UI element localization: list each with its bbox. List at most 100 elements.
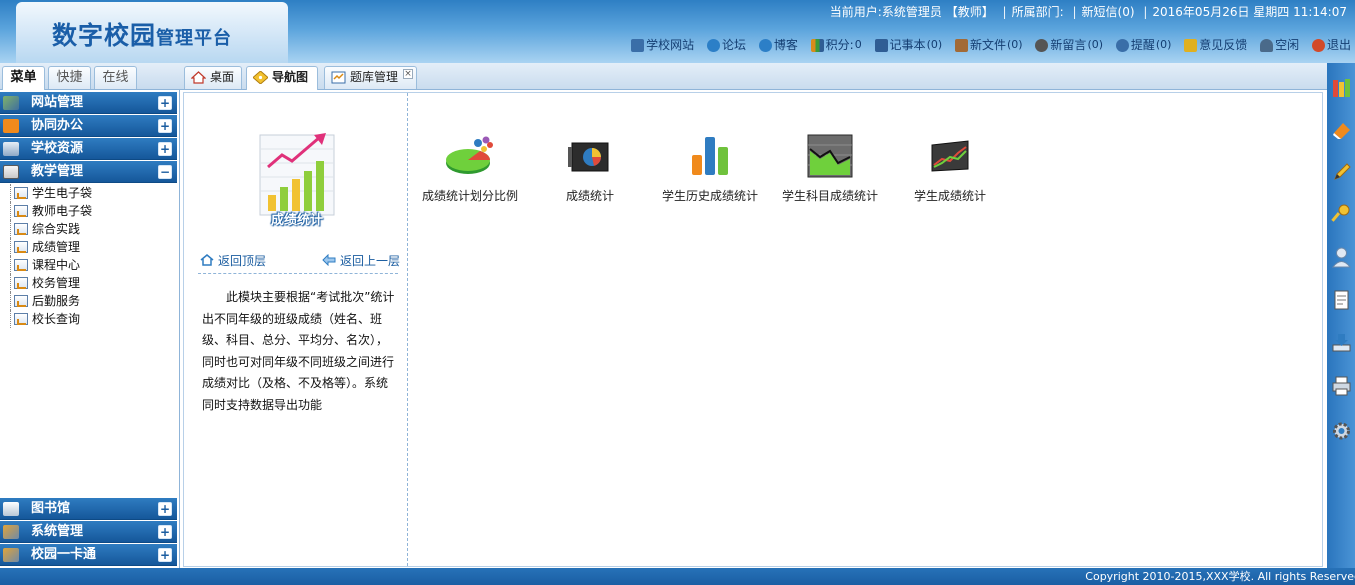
right-quick-bar — [1327, 63, 1355, 568]
expand-icon[interactable]: + — [158, 525, 172, 539]
toolbar-forum[interactable]: 论坛 — [706, 37, 746, 53]
area-chart-icon — [807, 134, 853, 178]
toolbar-new-message[interactable]: 新留言 (0) — [1035, 37, 1103, 53]
arrow-left-icon — [322, 254, 336, 266]
key-icon[interactable] — [1331, 203, 1352, 225]
tab-shortcut[interactable]: 快捷 — [48, 66, 91, 89]
user-icon[interactable] — [1331, 246, 1352, 268]
folder-link-icon — [14, 277, 28, 289]
eraser-icon[interactable] — [1331, 119, 1352, 141]
folder-link-icon — [14, 241, 28, 253]
category-website-admin[interactable]: 网站管理 + — [0, 92, 177, 114]
feedback-icon — [1184, 38, 1198, 52]
toolbar-logout[interactable]: 退出 — [1311, 37, 1351, 53]
gear-icon[interactable] — [1331, 420, 1352, 442]
logo-main: 数字校园 — [52, 21, 157, 50]
expand-icon[interactable]: + — [158, 548, 172, 562]
tree-item[interactable]: 学生电子袋 — [0, 184, 177, 202]
tab-question-bank[interactable]: 题库管理 × — [324, 66, 417, 89]
module-score-ratio[interactable]: 成绩统计划分比例 — [410, 133, 530, 204]
pencil-icon[interactable] — [1331, 161, 1352, 183]
datetime: 2016年05月26日 星期四 11:14:07 — [1152, 5, 1347, 19]
footer: Copyright 2010-2015,XXX学校. All rights Re… — [0, 568, 1355, 585]
tree-item[interactable]: 校长查询 — [0, 310, 177, 328]
toolbar-new-file[interactable]: 新文件 (0) — [954, 37, 1023, 53]
module-score-stats[interactable]: 成绩统计 — [530, 133, 650, 204]
toolbar-points[interactable]: 积分: 0 — [810, 37, 862, 53]
current-user-label: 当前用户: — [829, 5, 882, 19]
website-admin-icon — [3, 96, 19, 110]
expand-icon[interactable]: + — [158, 142, 172, 156]
line-chart-icon — [931, 140, 969, 172]
sidebar: 网站管理 + 协同办公 + 学校资源 + 教学管理 − 学生电子袋 教师电子袋 … — [0, 90, 180, 568]
folder-link-icon — [14, 223, 28, 235]
download-icon[interactable] — [1331, 331, 1352, 353]
tree-item[interactable]: 教师电子袋 — [0, 202, 177, 220]
toolbar-school-site[interactable]: 学校网站 — [631, 37, 694, 53]
logo: 数字校园管理平台 — [16, 2, 288, 63]
compass-icon — [253, 71, 268, 84]
tab-desktop[interactable]: 桌面 — [184, 66, 242, 89]
tree-item[interactable]: 综合实践 — [0, 220, 177, 238]
user-info-bar: 当前用户:系统管理员 【教师】 | 所属部门: | 新短信(0) | 2016年05月… — [829, 5, 1347, 19]
file-icon — [954, 38, 968, 52]
expand-icon[interactable]: + — [158, 96, 172, 110]
toolbar-reminder[interactable]: 提醒 (0) — [1115, 37, 1171, 53]
website-icon — [631, 38, 645, 52]
home-icon — [191, 71, 206, 84]
module-history-stats[interactable]: 学生历史成绩统计 — [650, 133, 770, 204]
teaching-icon — [3, 165, 19, 179]
category-office[interactable]: 协同办公 + — [0, 115, 177, 137]
module-subject-stats[interactable]: 学生科目成绩统计 — [770, 133, 890, 204]
toolbar-idle[interactable]: 空闲 — [1260, 37, 1299, 53]
folder-link-icon — [14, 259, 28, 271]
pie-chart-icon — [446, 136, 493, 174]
printer-icon[interactable] — [1331, 375, 1352, 397]
tab-online[interactable]: 在线 — [94, 66, 137, 89]
teaching-tree: 学生电子袋 教师电子袋 综合实践 成绩管理 课程中心 校务管理 后勤服务 校长查… — [0, 184, 177, 328]
left-tab-bar: 菜单 快捷 在线 — [0, 63, 180, 90]
top-toolbar: 学校网站 论坛 博客 积分: 0 记事本 (0) 新文件 (0) 新留言 (0) 提醒(… — [622, 37, 1351, 53]
logout-icon — [1311, 38, 1325, 52]
expand-icon[interactable]: + — [158, 119, 172, 133]
module-title: 成绩统计 — [270, 213, 323, 228]
close-icon[interactable]: × — [403, 69, 413, 79]
category-resources[interactable]: 学校资源 + — [0, 138, 177, 160]
module-info-panel: 成绩统计 返回顶层 返回上一层 此模块主要根据“考试批次”统计出不同年级的班级成… — [184, 93, 408, 566]
tree-item[interactable]: 后勤服务 — [0, 292, 177, 310]
copyright: Copyright 2010-2015,XXX学校. All rights Re… — [1085, 570, 1355, 583]
category-library[interactable]: 图书馆 + — [0, 498, 177, 520]
tab-navigation[interactable]: 导航图 — [246, 66, 318, 90]
tree-item[interactable]: 成绩管理 — [0, 238, 177, 256]
collapse-icon[interactable]: − — [158, 165, 172, 179]
toolbar-notepad[interactable]: 记事本 (0) — [874, 37, 942, 53]
category-teaching[interactable]: 教学管理 − — [0, 161, 177, 183]
forum-icon — [706, 38, 720, 52]
expand-icon[interactable]: + — [158, 502, 172, 516]
tree-item[interactable]: 校务管理 — [0, 274, 177, 292]
module-description: 此模块主要根据“考试批次”统计出不同年级的班级成绩（姓名、班级、科目、总分、平均… — [202, 290, 395, 412]
resources-icon — [3, 142, 19, 156]
tree-item[interactable]: 课程中心 — [0, 256, 177, 274]
main-tab-bar: 桌面 导航图 题库管理 × — [180, 63, 1327, 90]
back-top-link[interactable]: 返回顶层 — [200, 252, 266, 269]
info-icon — [1115, 38, 1129, 52]
notepad-icon — [874, 38, 888, 52]
toolbar-blog[interactable]: 博客 — [758, 37, 798, 53]
user-status-icon — [1260, 38, 1274, 52]
category-system[interactable]: 系统管理 + — [0, 521, 177, 543]
category-card[interactable]: 校园一卡通 + — [0, 544, 177, 566]
books-icon[interactable] — [1331, 77, 1352, 99]
sms-link[interactable]: 新短信(0) — [1082, 5, 1135, 19]
document-icon[interactable] — [1331, 289, 1352, 311]
pie-screen-icon — [568, 142, 609, 172]
nav-row: 返回顶层 返回上一层 — [198, 248, 400, 274]
tab-menu[interactable]: 菜单 — [2, 66, 45, 90]
bar-chart-icon — [692, 137, 728, 175]
toolbar-feedback[interactable]: 意见反馈 — [1184, 37, 1247, 53]
rss-icon — [3, 119, 19, 133]
home-outline-icon — [200, 254, 214, 266]
module-student-stats[interactable]: 学生成绩统计 — [890, 133, 1010, 204]
back-up-link[interactable]: 返回上一层 — [322, 252, 400, 269]
content-area: 成绩统计 返回顶层 返回上一层 此模块主要根据“考试批次”统计出不同年级的班级成… — [183, 92, 1323, 567]
